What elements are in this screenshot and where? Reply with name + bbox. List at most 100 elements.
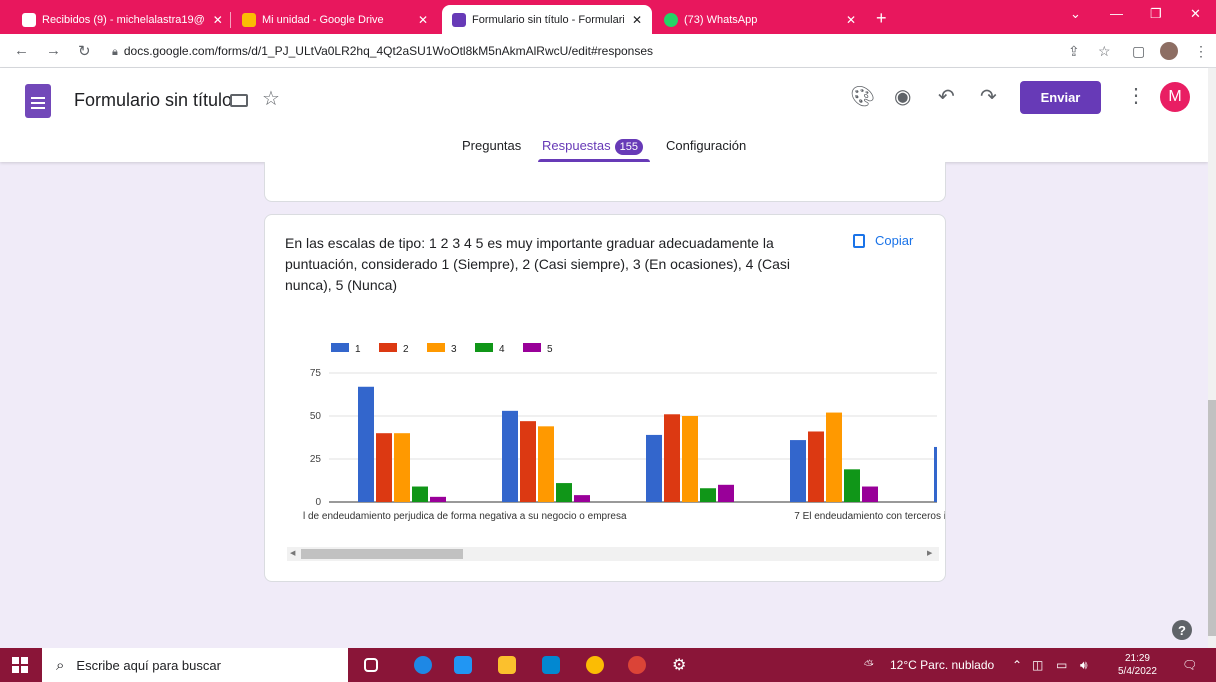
chrome-icon[interactable] — [586, 656, 604, 674]
bar — [556, 483, 572, 502]
bar — [808, 431, 824, 502]
y-tick-label: 25 — [310, 454, 322, 465]
tab-search-icon[interactable]: ⌄ — [1070, 6, 1081, 22]
tab-google-drive[interactable]: Mi unidad - Google Drive ✕ — [232, 5, 438, 34]
forms-header: Formulario sin título ☆ 🎨︎ ◉ ↶ ↷ Enviar … — [0, 68, 1208, 162]
tab-forms[interactable]: Formulario sin título - Formulario ✕ — [442, 5, 652, 34]
star-icon[interactable]: ☆ — [262, 86, 280, 111]
mail-icon[interactable] — [542, 656, 560, 674]
back-icon[interactable]: ← — [14, 42, 29, 59]
new-tab-icon[interactable]: + — [876, 8, 887, 29]
preview-eye-icon[interactable]: ◉ — [894, 84, 911, 109]
browser-menu-icon[interactable]: ⋮ — [1194, 43, 1208, 60]
notifications-icon[interactable]: 🗨︎ — [1182, 658, 1197, 672]
windows-taskbar: ⌕ Escribe aquí para buscar ⚙ ⛅︎ 12°C Par… — [0, 648, 1216, 682]
scroll-thumb[interactable] — [301, 549, 463, 559]
file-explorer-icon[interactable] — [498, 656, 516, 674]
weather-icon[interactable]: ⛅︎ — [864, 658, 874, 673]
legend-swatch — [427, 343, 445, 352]
bar — [358, 386, 374, 502]
y-tick-label: 0 — [315, 497, 321, 508]
clock-date: 5/4/2022 — [1118, 666, 1157, 677]
scroll-left-arrow-icon[interactable]: ◀ — [290, 549, 295, 557]
bar — [538, 426, 554, 502]
bar — [700, 488, 716, 502]
bar — [520, 421, 536, 502]
windows-start-icon[interactable] — [12, 657, 28, 673]
legend-label: 2 — [403, 344, 409, 355]
palette-icon[interactable]: 🎨︎ — [850, 84, 875, 109]
chart-horizontal-scrollbar[interactable]: ◀ ▶ — [287, 547, 939, 561]
bar — [502, 410, 518, 502]
bar — [934, 446, 937, 502]
tray-chevron-icon[interactable]: ⌃ — [1012, 658, 1022, 672]
bar — [646, 434, 662, 502]
share-icon[interactable]: ⇪ — [1068, 43, 1080, 60]
network-icon[interactable]: ◫ — [1032, 658, 1043, 672]
close-icon[interactable]: ✕ — [410, 13, 428, 27]
url-field[interactable]: 🔒︎ docs.google.com/forms/d/1_PJ_ULtVa0LR2… — [112, 44, 653, 59]
close-window-icon[interactable]: ✕ — [1190, 6, 1201, 22]
close-icon[interactable]: ✕ — [205, 13, 223, 27]
tab-questions[interactable]: Preguntas — [462, 138, 521, 153]
battery-icon[interactable]: ▭ — [1056, 658, 1067, 672]
tab-title: Recibidos (9) - michelalastra19@ — [42, 13, 205, 26]
reload-icon[interactable]: ↻ — [78, 42, 91, 60]
scroll-right-arrow-icon[interactable]: ▶ — [927, 549, 932, 557]
forward-icon[interactable]: → — [46, 42, 61, 59]
settings-gear-icon[interactable]: ⚙ — [672, 655, 690, 674]
bar — [430, 496, 446, 502]
previous-card — [264, 162, 946, 202]
google-forms-logo-icon[interactable] — [25, 84, 51, 118]
bar — [376, 433, 392, 502]
chrome-profile-icon[interactable] — [628, 656, 646, 674]
tab-gmail[interactable]: Recibidos (9) - michelalastra19@ ✕ — [12, 5, 228, 34]
close-icon[interactable]: ✕ — [624, 13, 642, 27]
vertical-scroll-thumb[interactable] — [1208, 400, 1216, 636]
clock-time: 21:29 — [1124, 653, 1150, 664]
bar — [574, 495, 590, 502]
page-vertical-scrollbar[interactable] — [1208, 68, 1216, 648]
side-panel-icon[interactable]: ▢ — [1132, 43, 1145, 60]
restore-icon[interactable]: ❐ — [1150, 6, 1162, 22]
legend-swatch — [523, 343, 541, 352]
redo-icon[interactable]: ↷ — [980, 84, 997, 109]
question-summary-card: En las escalas de tipo: 1 2 3 4 5 es muy… — [264, 214, 946, 582]
tab-title: Mi unidad - Google Drive — [262, 13, 384, 26]
legend-label: 3 — [451, 344, 457, 355]
store-icon[interactable] — [454, 656, 472, 674]
url-text: docs.google.com/forms/d/1_PJ_ULtVa0LR2hq… — [123, 44, 654, 58]
tab-whatsapp[interactable]: (73) WhatsApp ✕ — [654, 5, 866, 34]
y-tick-label: 75 — [310, 368, 322, 379]
undo-icon[interactable]: ↶ — [938, 84, 955, 109]
volume-icon[interactable]: 🔊︎ — [1080, 658, 1088, 673]
x-category-label: 7 El endeudamiento con terceros i — [794, 511, 945, 522]
forms-icon — [452, 12, 466, 27]
responses-count-badge: 155 — [614, 139, 644, 155]
legend-label: 1 — [355, 344, 361, 355]
bar — [394, 433, 410, 502]
taskbar-search[interactable]: ⌕ Escribe aquí para buscar — [42, 648, 348, 682]
send-button[interactable]: Enviar — [1020, 81, 1101, 114]
clock[interactable]: 21:29 5/4/2022 — [1118, 652, 1157, 678]
avatar[interactable]: M — [1160, 82, 1190, 112]
bar — [664, 414, 680, 502]
weather-text[interactable]: 12°C Parc. nublado — [890, 658, 994, 672]
profile-avatar[interactable] — [1160, 42, 1178, 60]
tab-responses[interactable]: Respuestas 155 — [542, 138, 644, 155]
minimize-icon[interactable]: — — [1110, 6, 1123, 21]
task-view-icon[interactable] — [364, 658, 378, 672]
legend-label: 5 — [547, 344, 553, 355]
legend-swatch — [475, 343, 493, 352]
edge-icon[interactable] — [414, 656, 432, 674]
tab-settings[interactable]: Configuración — [666, 138, 746, 153]
help-icon[interactable]: ? — [1172, 620, 1192, 640]
folder-icon[interactable] — [230, 94, 248, 107]
tab-title: (73) WhatsApp — [684, 13, 758, 26]
close-icon[interactable]: ✕ — [838, 13, 856, 27]
copy-icon — [853, 233, 865, 248]
more-options-icon[interactable]: ⋮ — [1126, 83, 1146, 108]
form-title[interactable]: Formulario sin título — [74, 90, 232, 111]
copy-button[interactable]: Copiar — [853, 233, 913, 248]
bookmark-star-icon[interactable]: ☆ — [1098, 43, 1111, 60]
